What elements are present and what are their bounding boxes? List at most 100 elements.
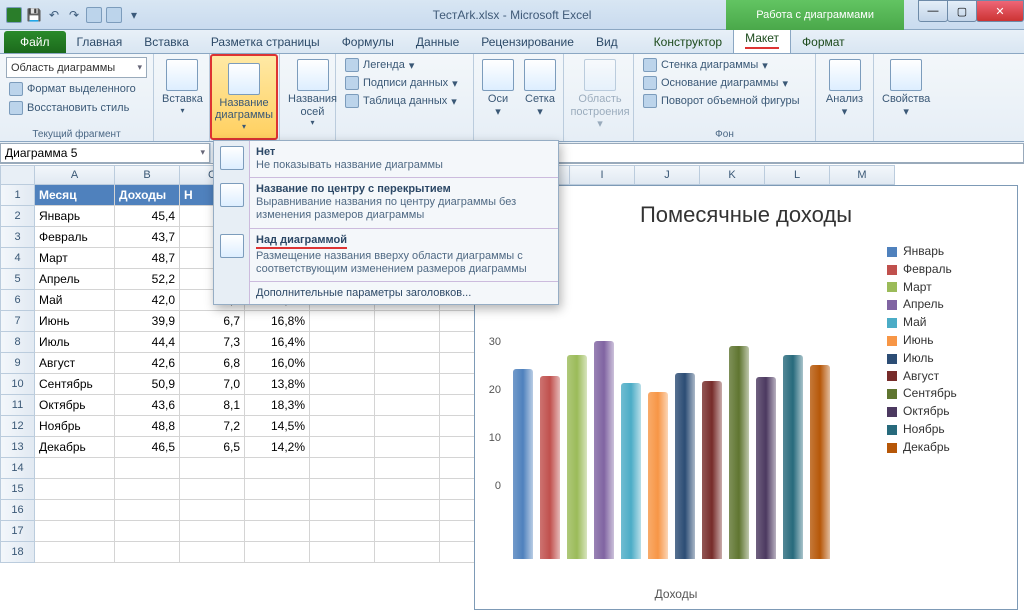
data-table-button[interactable]: Таблица данных ▾ <box>342 93 461 109</box>
row-header[interactable]: 17 <box>0 521 35 542</box>
cell[interactable]: 43,7 <box>115 227 180 248</box>
cell[interactable] <box>375 395 440 416</box>
chart-wall-button[interactable]: Стенка диаграммы ▾ <box>640 57 803 73</box>
dropdown-item-above-chart[interactable]: Над диаграммой Размещение названия вверх… <box>214 229 558 281</box>
cell[interactable] <box>310 479 375 500</box>
cell[interactable]: 16,8% <box>245 311 310 332</box>
cell[interactable]: Январь <box>35 206 115 227</box>
legend-item[interactable]: Март <box>887 281 1007 295</box>
row-header[interactable]: 15 <box>0 479 35 500</box>
chart-bar[interactable] <box>540 376 560 559</box>
cell[interactable] <box>375 500 440 521</box>
column-header[interactable]: L <box>765 165 830 185</box>
row-header[interactable]: 8 <box>0 332 35 353</box>
cell[interactable] <box>310 353 375 374</box>
dropdown-more-options[interactable]: Дополнительные параметры заголовков... <box>214 282 558 304</box>
legend-item[interactable]: Декабрь <box>887 441 1007 455</box>
chart-bar[interactable] <box>513 369 533 559</box>
cell[interactable] <box>35 479 115 500</box>
cell[interactable]: Месяц <box>35 185 115 206</box>
cell[interactable]: Февраль <box>35 227 115 248</box>
row-header[interactable]: 12 <box>0 416 35 437</box>
cell[interactable]: Июль <box>35 332 115 353</box>
cell[interactable] <box>310 500 375 521</box>
cell[interactable] <box>115 521 180 542</box>
cell[interactable] <box>375 542 440 563</box>
chart-floor-button[interactable]: Основание диаграммы ▾ <box>640 75 803 91</box>
legend-item[interactable]: Ноябрь <box>887 423 1007 437</box>
cell[interactable] <box>245 458 310 479</box>
row-header[interactable]: 4 <box>0 248 35 269</box>
chart-bar[interactable] <box>567 355 587 559</box>
cell[interactable] <box>375 416 440 437</box>
column-header[interactable]: A <box>35 165 115 185</box>
cell[interactable] <box>310 374 375 395</box>
cell[interactable]: 7,0 <box>180 374 245 395</box>
cell[interactable] <box>310 437 375 458</box>
cell[interactable]: 7,2 <box>180 416 245 437</box>
cell[interactable] <box>35 521 115 542</box>
legend-item[interactable]: Июль <box>887 352 1007 366</box>
dropdown-item-none[interactable]: Нет Не показывать название диаграммы <box>214 141 558 177</box>
cell[interactable] <box>375 311 440 332</box>
cell[interactable]: Ноябрь <box>35 416 115 437</box>
tab-design[interactable]: Конструктор <box>643 31 733 53</box>
legend-item[interactable]: Апрель <box>887 298 1007 312</box>
row-header[interactable]: 16 <box>0 500 35 521</box>
cell[interactable]: 16,4% <box>245 332 310 353</box>
tab-format[interactable]: Формат <box>791 31 856 53</box>
cell[interactable] <box>310 395 375 416</box>
cell[interactable]: 42,0 <box>115 290 180 311</box>
chart-bar[interactable] <box>675 373 695 559</box>
data-labels-button[interactable]: Подписи данных ▾ <box>342 75 461 91</box>
cell[interactable] <box>115 542 180 563</box>
cell[interactable] <box>180 500 245 521</box>
chart-element-selector[interactable]: Область диаграммы <box>6 57 147 78</box>
file-tab[interactable]: Файл <box>4 31 66 53</box>
format-selection-button[interactable]: Формат выделенного <box>6 81 147 97</box>
row-header[interactable]: 6 <box>0 290 35 311</box>
cell[interactable]: 6,8 <box>180 353 245 374</box>
gridlines-button[interactable]: Сетка▾ <box>522 57 558 120</box>
cell[interactable] <box>245 479 310 500</box>
reset-style-button[interactable]: Восстановить стиль <box>6 100 147 116</box>
row-header[interactable]: 9 <box>0 353 35 374</box>
cell[interactable] <box>375 332 440 353</box>
cell[interactable] <box>35 458 115 479</box>
cell[interactable] <box>115 479 180 500</box>
properties-button[interactable]: Свойства▾ <box>880 57 932 120</box>
chart-bar[interactable] <box>702 381 722 559</box>
column-header[interactable]: B <box>115 165 180 185</box>
cell[interactable]: 46,5 <box>115 437 180 458</box>
cell[interactable]: Июнь <box>35 311 115 332</box>
row-header[interactable]: 3 <box>0 227 35 248</box>
cell[interactable] <box>310 458 375 479</box>
chart-legend[interactable]: ЯнварьФевральМартАпрельМайИюньИюльАвгуст… <box>887 241 1007 459</box>
select-all-corner[interactable] <box>0 165 35 185</box>
tab-view[interactable]: Вид <box>585 31 629 53</box>
cell[interactable]: 43,6 <box>115 395 180 416</box>
legend-item[interactable]: Январь <box>887 245 1007 259</box>
row-header[interactable]: 18 <box>0 542 35 563</box>
cell[interactable] <box>375 374 440 395</box>
dropdown-item-centered-overlay[interactable]: Название по центру с перекрытием Выравни… <box>214 178 558 227</box>
cell[interactable] <box>180 458 245 479</box>
chart-bar[interactable] <box>756 377 776 559</box>
cell[interactable] <box>310 332 375 353</box>
maximize-button[interactable]: ▢ <box>947 0 977 22</box>
legend-item[interactable]: Июнь <box>887 334 1007 348</box>
axes-button[interactable]: Оси▾ <box>480 57 516 120</box>
cell[interactable]: 7,3 <box>180 332 245 353</box>
cell[interactable]: 48,7 <box>115 248 180 269</box>
cell[interactable]: 8,1 <box>180 395 245 416</box>
row-header[interactable]: 7 <box>0 311 35 332</box>
cell[interactable]: Апрель <box>35 269 115 290</box>
cell[interactable] <box>375 353 440 374</box>
cell[interactable]: Сентябрь <box>35 374 115 395</box>
save-icon[interactable]: 💾 <box>26 7 42 23</box>
chart-bar[interactable] <box>621 383 641 559</box>
row-header[interactable]: 13 <box>0 437 35 458</box>
cell[interactable] <box>310 311 375 332</box>
column-header[interactable]: I <box>570 165 635 185</box>
row-header[interactable]: 2 <box>0 206 35 227</box>
